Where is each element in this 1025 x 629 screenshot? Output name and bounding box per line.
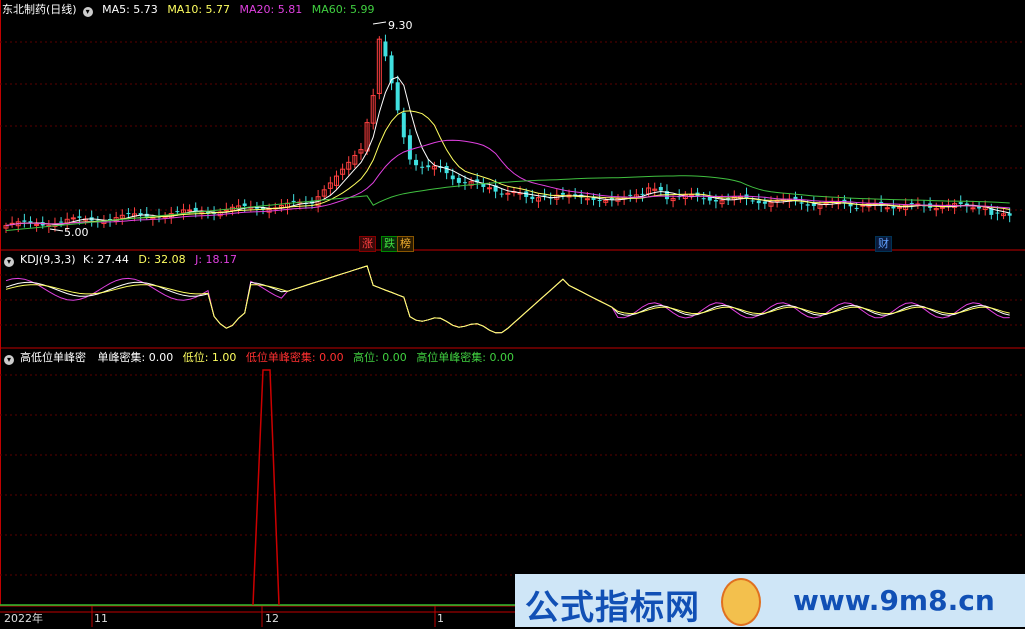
j-line <box>5 265 1010 334</box>
candle-down <box>799 202 804 204</box>
candle-up <box>897 206 903 209</box>
ma5-label: MA5: 5.73 <box>102 3 158 16</box>
kdj-header: ▾ KDJ(9,3,3) K: 27.44 D: 32.08 J: 18.17 <box>0 252 243 268</box>
density-spike-line <box>252 369 280 606</box>
indicator-header: ▾ 高低位单峰密 单峰密集: 0.00 低位: 1.00 低位单峰密集: 0.00… <box>0 350 520 366</box>
candle-down <box>420 166 425 168</box>
stock-title[interactable]: 东北制药(日线) <box>2 3 77 16</box>
candle-down <box>395 82 400 111</box>
grid-lines <box>0 0 1025 627</box>
candle-down <box>658 187 663 191</box>
candle-down <box>958 202 963 204</box>
x-label-1: 1 <box>437 612 444 625</box>
d-label: D: 32.08 <box>138 253 186 266</box>
watermark-text: 公式指标网 <box>525 588 700 628</box>
ma60-label: MA60: 5.99 <box>311 3 375 16</box>
ma20-line <box>5 139 1010 227</box>
s4-label: 高位: 0.00 <box>353 351 407 364</box>
candle-up <box>774 200 780 203</box>
candle-down <box>426 165 431 168</box>
candle-down <box>77 216 82 218</box>
watermark-url: www.9m8.cn <box>793 584 995 617</box>
candle-up <box>584 198 590 201</box>
candle-down <box>291 200 296 202</box>
s1-label: 单峰密集: 0.00 <box>97 351 174 364</box>
d-line <box>5 265 1010 334</box>
candle-down <box>750 200 755 202</box>
candle-down <box>1007 213 1012 216</box>
candle-down <box>456 177 461 183</box>
candle-up <box>970 207 976 210</box>
candle-down <box>701 198 706 200</box>
candle-down <box>401 112 406 138</box>
candle-down <box>193 207 198 212</box>
badge-rank[interactable]: 榜 <box>397 236 414 252</box>
chevron-down-icon[interactable]: ▾ <box>82 7 93 17</box>
badge-up[interactable]: 涨 <box>359 236 376 252</box>
x-label-11: 11 <box>94 612 108 625</box>
k-line <box>5 265 1010 334</box>
candle-up <box>486 187 492 190</box>
candle-down <box>995 212 1000 214</box>
j-label: J: 18.17 <box>195 253 238 266</box>
watermark-banner: 公式指标网 www.9m8.cn <box>515 574 1025 628</box>
candle-down <box>383 41 388 57</box>
badge-finance[interactable]: 财 <box>875 236 892 252</box>
candle-down <box>126 213 131 215</box>
candle-up <box>34 223 40 226</box>
s2-label: 低位: 1.00 <box>182 351 237 364</box>
candle-down <box>450 175 455 180</box>
candle-down <box>444 166 449 174</box>
k-label: K: 27.44 <box>83 253 129 266</box>
coin-logo-icon <box>721 578 761 626</box>
price-panel[interactable] <box>3 21 1012 233</box>
candle-up <box>505 192 511 195</box>
candle-down <box>407 135 412 160</box>
stock-chart[interactable] <box>0 0 1025 627</box>
candle-down <box>762 201 767 204</box>
candle-down <box>597 200 602 202</box>
ma20-label: MA20: 5.81 <box>239 3 303 16</box>
candle-down <box>530 196 535 200</box>
candle-down <box>640 193 645 195</box>
s5-label: 高位单峰密集: 0.00 <box>416 351 515 364</box>
candle-down <box>414 159 419 166</box>
chevron-down-icon[interactable]: ▾ <box>4 257 14 267</box>
candle-down <box>560 192 565 195</box>
x-label-12: 12 <box>265 612 279 625</box>
candle-down <box>713 199 718 202</box>
kdj-panel[interactable] <box>5 265 1010 334</box>
high-price-label: 9.30 <box>388 19 413 32</box>
candle-down <box>891 206 896 209</box>
candle-down <box>22 220 27 222</box>
candle-down <box>756 200 761 204</box>
ma10-label: MA10: 5.77 <box>167 3 231 16</box>
candle-down <box>242 203 247 206</box>
low-pointer <box>49 228 64 232</box>
candle-down <box>499 193 504 195</box>
candle-down <box>175 211 180 213</box>
candle-down <box>805 204 810 206</box>
price-header: 东北制药(日线) ▾ MA5: 5.73 MA10: 5.77 MA20: 5.8… <box>0 2 380 18</box>
ma5-line <box>5 76 1010 227</box>
candle-up <box>187 209 193 212</box>
kdj-title[interactable]: KDJ(9,3,3) <box>20 253 76 266</box>
candle-down <box>628 194 633 196</box>
s3-label: 低位单峰密集: 0.00 <box>245 351 344 364</box>
indicator-title[interactable]: 高低位单峰密 <box>20 351 86 364</box>
candle-up <box>884 207 890 210</box>
low-price-label: 5.00 <box>64 226 89 239</box>
candle-down <box>854 207 859 209</box>
candle-down <box>59 221 64 223</box>
high-pointer <box>372 21 387 25</box>
candle-down <box>909 202 914 204</box>
indicator-panel[interactable] <box>0 369 1025 606</box>
chevron-down-icon[interactable]: ▾ <box>4 355 14 365</box>
candle-down <box>463 182 467 184</box>
badge-down[interactable]: 跌 <box>381 236 398 252</box>
x-label-2022: 2022年 <box>4 612 43 625</box>
